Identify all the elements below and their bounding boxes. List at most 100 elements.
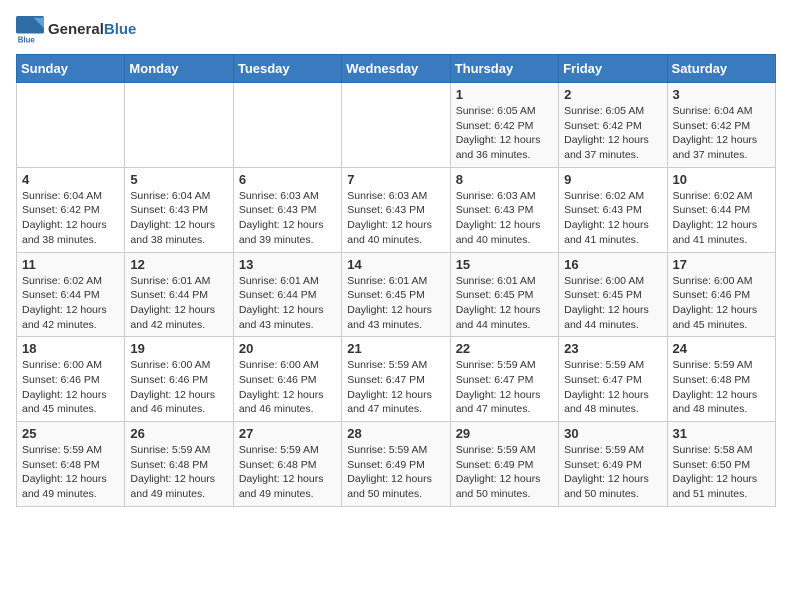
day-detail: Sunrise: 6:00 AM Sunset: 6:46 PM Dayligh… <box>673 274 770 333</box>
day-detail: Sunrise: 6:04 AM Sunset: 6:42 PM Dayligh… <box>22 189 119 248</box>
calendar-cell: 3 Sunrise: 6:04 AM Sunset: 6:42 PM Daylig… <box>667 83 775 168</box>
day-number: 10 <box>673 172 770 187</box>
calendar-cell: 2Sunrise: 6:05 AM Sunset: 6:42 PM Daylig… <box>559 83 667 168</box>
logo-icon: Blue <box>16 16 44 44</box>
day-detail: Sunrise: 6:00 AM Sunset: 6:45 PM Dayligh… <box>564 274 661 333</box>
calendar-cell: 30 Sunrise: 5:59 AM Sunset: 6:49 PM Dayli… <box>559 422 667 507</box>
week-row-3: 11 Sunrise: 6:02 AM Sunset: 6:44 PM Dayli… <box>17 252 776 337</box>
day-detail: Sunrise: 6:01 AM Sunset: 6:45 PM Dayligh… <box>456 274 553 333</box>
day-detail: Sunrise: 5:59 AM Sunset: 6:47 PM Dayligh… <box>456 358 553 417</box>
day-detail: Sunrise: 6:02 AM Sunset: 6:44 PM Dayligh… <box>673 189 770 248</box>
calendar-cell: 19 Sunrise: 6:00 AM Sunset: 6:46 PM Dayli… <box>125 337 233 422</box>
week-row-2: 4 Sunrise: 6:04 AM Sunset: 6:42 PM Daylig… <box>17 167 776 252</box>
day-detail: Sunrise: 6:03 AM Sunset: 6:43 PM Dayligh… <box>347 189 444 248</box>
calendar-cell: 1 Sunrise: 6:05 AM Sunset: 6:42 PM Daylig… <box>450 83 558 168</box>
calendar-cell: 14Sunrise: 6:01 AM Sunset: 6:45 PM Dayli… <box>342 252 450 337</box>
day-number: 8 <box>456 172 553 187</box>
day-number: 14 <box>347 257 444 272</box>
day-number: 24 <box>673 341 770 356</box>
calendar-table: SundayMondayTuesdayWednesdayThursdayFrid… <box>16 54 776 507</box>
day-number: 16 <box>564 257 661 272</box>
day-detail: Sunrise: 5:59 AM Sunset: 6:47 PM Dayligh… <box>564 358 661 417</box>
day-number: 13 <box>239 257 336 272</box>
day-number: 21 <box>347 341 444 356</box>
day-detail: Sunrise: 5:59 AM Sunset: 6:49 PM Dayligh… <box>456 443 553 502</box>
calendar-cell: 7 Sunrise: 6:03 AM Sunset: 6:43 PM Daylig… <box>342 167 450 252</box>
day-detail: Sunrise: 6:01 AM Sunset: 6:44 PM Dayligh… <box>130 274 227 333</box>
calendar-cell: 16 Sunrise: 6:00 AM Sunset: 6:45 PM Dayli… <box>559 252 667 337</box>
calendar-cell: 15 Sunrise: 6:01 AM Sunset: 6:45 PM Dayli… <box>450 252 558 337</box>
col-header-tuesday: Tuesday <box>233 55 341 83</box>
calendar-cell: 29 Sunrise: 5:59 AM Sunset: 6:49 PM Dayli… <box>450 422 558 507</box>
header: Blue GeneralBlue <box>16 16 776 44</box>
day-detail: Sunrise: 5:58 AM Sunset: 6:50 PM Dayligh… <box>673 443 770 502</box>
day-detail: Sunrise: 6:00 AM Sunset: 6:46 PM Dayligh… <box>130 358 227 417</box>
day-number: 7 <box>347 172 444 187</box>
day-number: 15 <box>456 257 553 272</box>
day-number: 6 <box>239 172 336 187</box>
svg-text:Blue: Blue <box>18 35 36 44</box>
calendar-cell: 20 Sunrise: 6:00 AM Sunset: 6:46 PM Dayli… <box>233 337 341 422</box>
day-number: 5 <box>130 172 227 187</box>
day-detail: Sunrise: 5:59 AM Sunset: 6:47 PM Dayligh… <box>347 358 444 417</box>
calendar-cell: 25Sunrise: 5:59 AM Sunset: 6:48 PM Dayli… <box>17 422 125 507</box>
calendar-cell: 10 Sunrise: 6:02 AM Sunset: 6:44 PM Dayli… <box>667 167 775 252</box>
day-detail: Sunrise: 6:01 AM Sunset: 6:44 PM Dayligh… <box>239 274 336 333</box>
col-header-wednesday: Wednesday <box>342 55 450 83</box>
day-number: 26 <box>130 426 227 441</box>
day-detail: Sunrise: 6:03 AM Sunset: 6:43 PM Dayligh… <box>239 189 336 248</box>
calendar-cell <box>233 83 341 168</box>
calendar-cell: 24 Sunrise: 5:59 AM Sunset: 6:48 PM Dayli… <box>667 337 775 422</box>
day-detail: Sunrise: 6:02 AM Sunset: 6:44 PM Dayligh… <box>22 274 119 333</box>
day-detail: Sunrise: 5:59 AM Sunset: 6:48 PM Dayligh… <box>673 358 770 417</box>
col-header-thursday: Thursday <box>450 55 558 83</box>
calendar-cell: 17Sunrise: 6:00 AM Sunset: 6:46 PM Dayli… <box>667 252 775 337</box>
day-number: 1 <box>456 87 553 102</box>
day-number: 31 <box>673 426 770 441</box>
day-number: 30 <box>564 426 661 441</box>
day-number: 27 <box>239 426 336 441</box>
calendar-cell: 27Sunrise: 5:59 AM Sunset: 6:48 PM Dayli… <box>233 422 341 507</box>
day-detail: Sunrise: 5:59 AM Sunset: 6:49 PM Dayligh… <box>347 443 444 502</box>
day-detail: Sunrise: 6:03 AM Sunset: 6:43 PM Dayligh… <box>456 189 553 248</box>
day-detail: Sunrise: 5:59 AM Sunset: 6:48 PM Dayligh… <box>130 443 227 502</box>
day-number: 19 <box>130 341 227 356</box>
day-detail: Sunrise: 6:00 AM Sunset: 6:46 PM Dayligh… <box>239 358 336 417</box>
calendar-cell: 23 Sunrise: 5:59 AM Sunset: 6:47 PM Dayli… <box>559 337 667 422</box>
calendar-cell: 18Sunrise: 6:00 AM Sunset: 6:46 PM Dayli… <box>17 337 125 422</box>
week-row-1: 1 Sunrise: 6:05 AM Sunset: 6:42 PM Daylig… <box>17 83 776 168</box>
day-number: 2 <box>564 87 661 102</box>
day-detail: Sunrise: 6:05 AM Sunset: 6:42 PM Dayligh… <box>456 104 553 163</box>
day-number: 20 <box>239 341 336 356</box>
day-number: 25 <box>22 426 119 441</box>
calendar-cell: 31 Sunrise: 5:58 AM Sunset: 6:50 PM Dayli… <box>667 422 775 507</box>
calendar-cell: 12Sunrise: 6:01 AM Sunset: 6:44 PM Dayli… <box>125 252 233 337</box>
day-number: 28 <box>347 426 444 441</box>
day-number: 4 <box>22 172 119 187</box>
calendar-cell: 8 Sunrise: 6:03 AM Sunset: 6:43 PM Daylig… <box>450 167 558 252</box>
day-number: 9 <box>564 172 661 187</box>
col-header-monday: Monday <box>125 55 233 83</box>
calendar-cell: 9 Sunrise: 6:02 AM Sunset: 6:43 PM Daylig… <box>559 167 667 252</box>
calendar-cell: 26 Sunrise: 5:59 AM Sunset: 6:48 PM Dayli… <box>125 422 233 507</box>
day-detail: Sunrise: 5:59 AM Sunset: 6:49 PM Dayligh… <box>564 443 661 502</box>
day-number: 3 <box>673 87 770 102</box>
day-number: 23 <box>564 341 661 356</box>
calendar-cell: 11 Sunrise: 6:02 AM Sunset: 6:44 PM Dayli… <box>17 252 125 337</box>
calendar-cell: 4 Sunrise: 6:04 AM Sunset: 6:42 PM Daylig… <box>17 167 125 252</box>
col-header-saturday: Saturday <box>667 55 775 83</box>
day-number: 11 <box>22 257 119 272</box>
day-detail: Sunrise: 6:02 AM Sunset: 6:43 PM Dayligh… <box>564 189 661 248</box>
day-number: 29 <box>456 426 553 441</box>
calendar-cell: 22Sunrise: 5:59 AM Sunset: 6:47 PM Dayli… <box>450 337 558 422</box>
calendar-cell: 28 Sunrise: 5:59 AM Sunset: 6:49 PM Dayli… <box>342 422 450 507</box>
day-detail: Sunrise: 6:04 AM Sunset: 6:42 PM Dayligh… <box>673 104 770 163</box>
header-row: SundayMondayTuesdayWednesdayThursdayFrid… <box>17 55 776 83</box>
col-header-friday: Friday <box>559 55 667 83</box>
calendar-cell <box>342 83 450 168</box>
day-detail: Sunrise: 6:04 AM Sunset: 6:43 PM Dayligh… <box>130 189 227 248</box>
calendar-cell: 13 Sunrise: 6:01 AM Sunset: 6:44 PM Dayli… <box>233 252 341 337</box>
logo: Blue GeneralBlue <box>16 16 136 44</box>
week-row-5: 25 Sunrise: 5:59 AM Sunset: 6:48 PM Dayli… <box>17 422 776 507</box>
logo-general: GeneralBlue <box>48 21 136 39</box>
